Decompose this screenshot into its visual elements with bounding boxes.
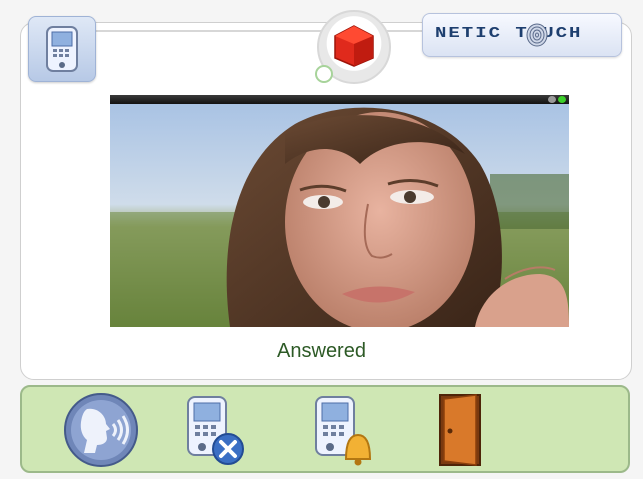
video-indicator-green	[558, 96, 566, 103]
talk-button[interactable]	[62, 391, 140, 469]
hangup-button[interactable]	[172, 391, 250, 469]
intercom-icon	[46, 26, 78, 72]
fingerprint-icon	[526, 23, 548, 47]
open-door-button[interactable]	[422, 391, 500, 469]
ring-button[interactable]	[302, 391, 380, 469]
call-status: Answered	[277, 340, 366, 362]
home-icon	[334, 25, 374, 67]
brand-logo: NETIC T UCH	[422, 13, 622, 57]
logo-text: NETIC T UCH	[435, 24, 583, 42]
visitor-camera-image	[110, 104, 569, 327]
door-icon	[439, 394, 481, 466]
app-window: NETIC T UCH Answered	[0, 0, 643, 479]
status-indicator	[315, 65, 333, 83]
intercom-button[interactable]	[28, 16, 96, 82]
video-feed	[110, 95, 569, 327]
intercom-cancel-icon	[187, 396, 244, 465]
control-bar	[20, 385, 630, 473]
speaking-head-icon	[64, 393, 138, 467]
video-indicator-gray	[548, 96, 556, 103]
video-titlebar	[110, 95, 569, 104]
intercom-bell-icon	[315, 396, 372, 466]
